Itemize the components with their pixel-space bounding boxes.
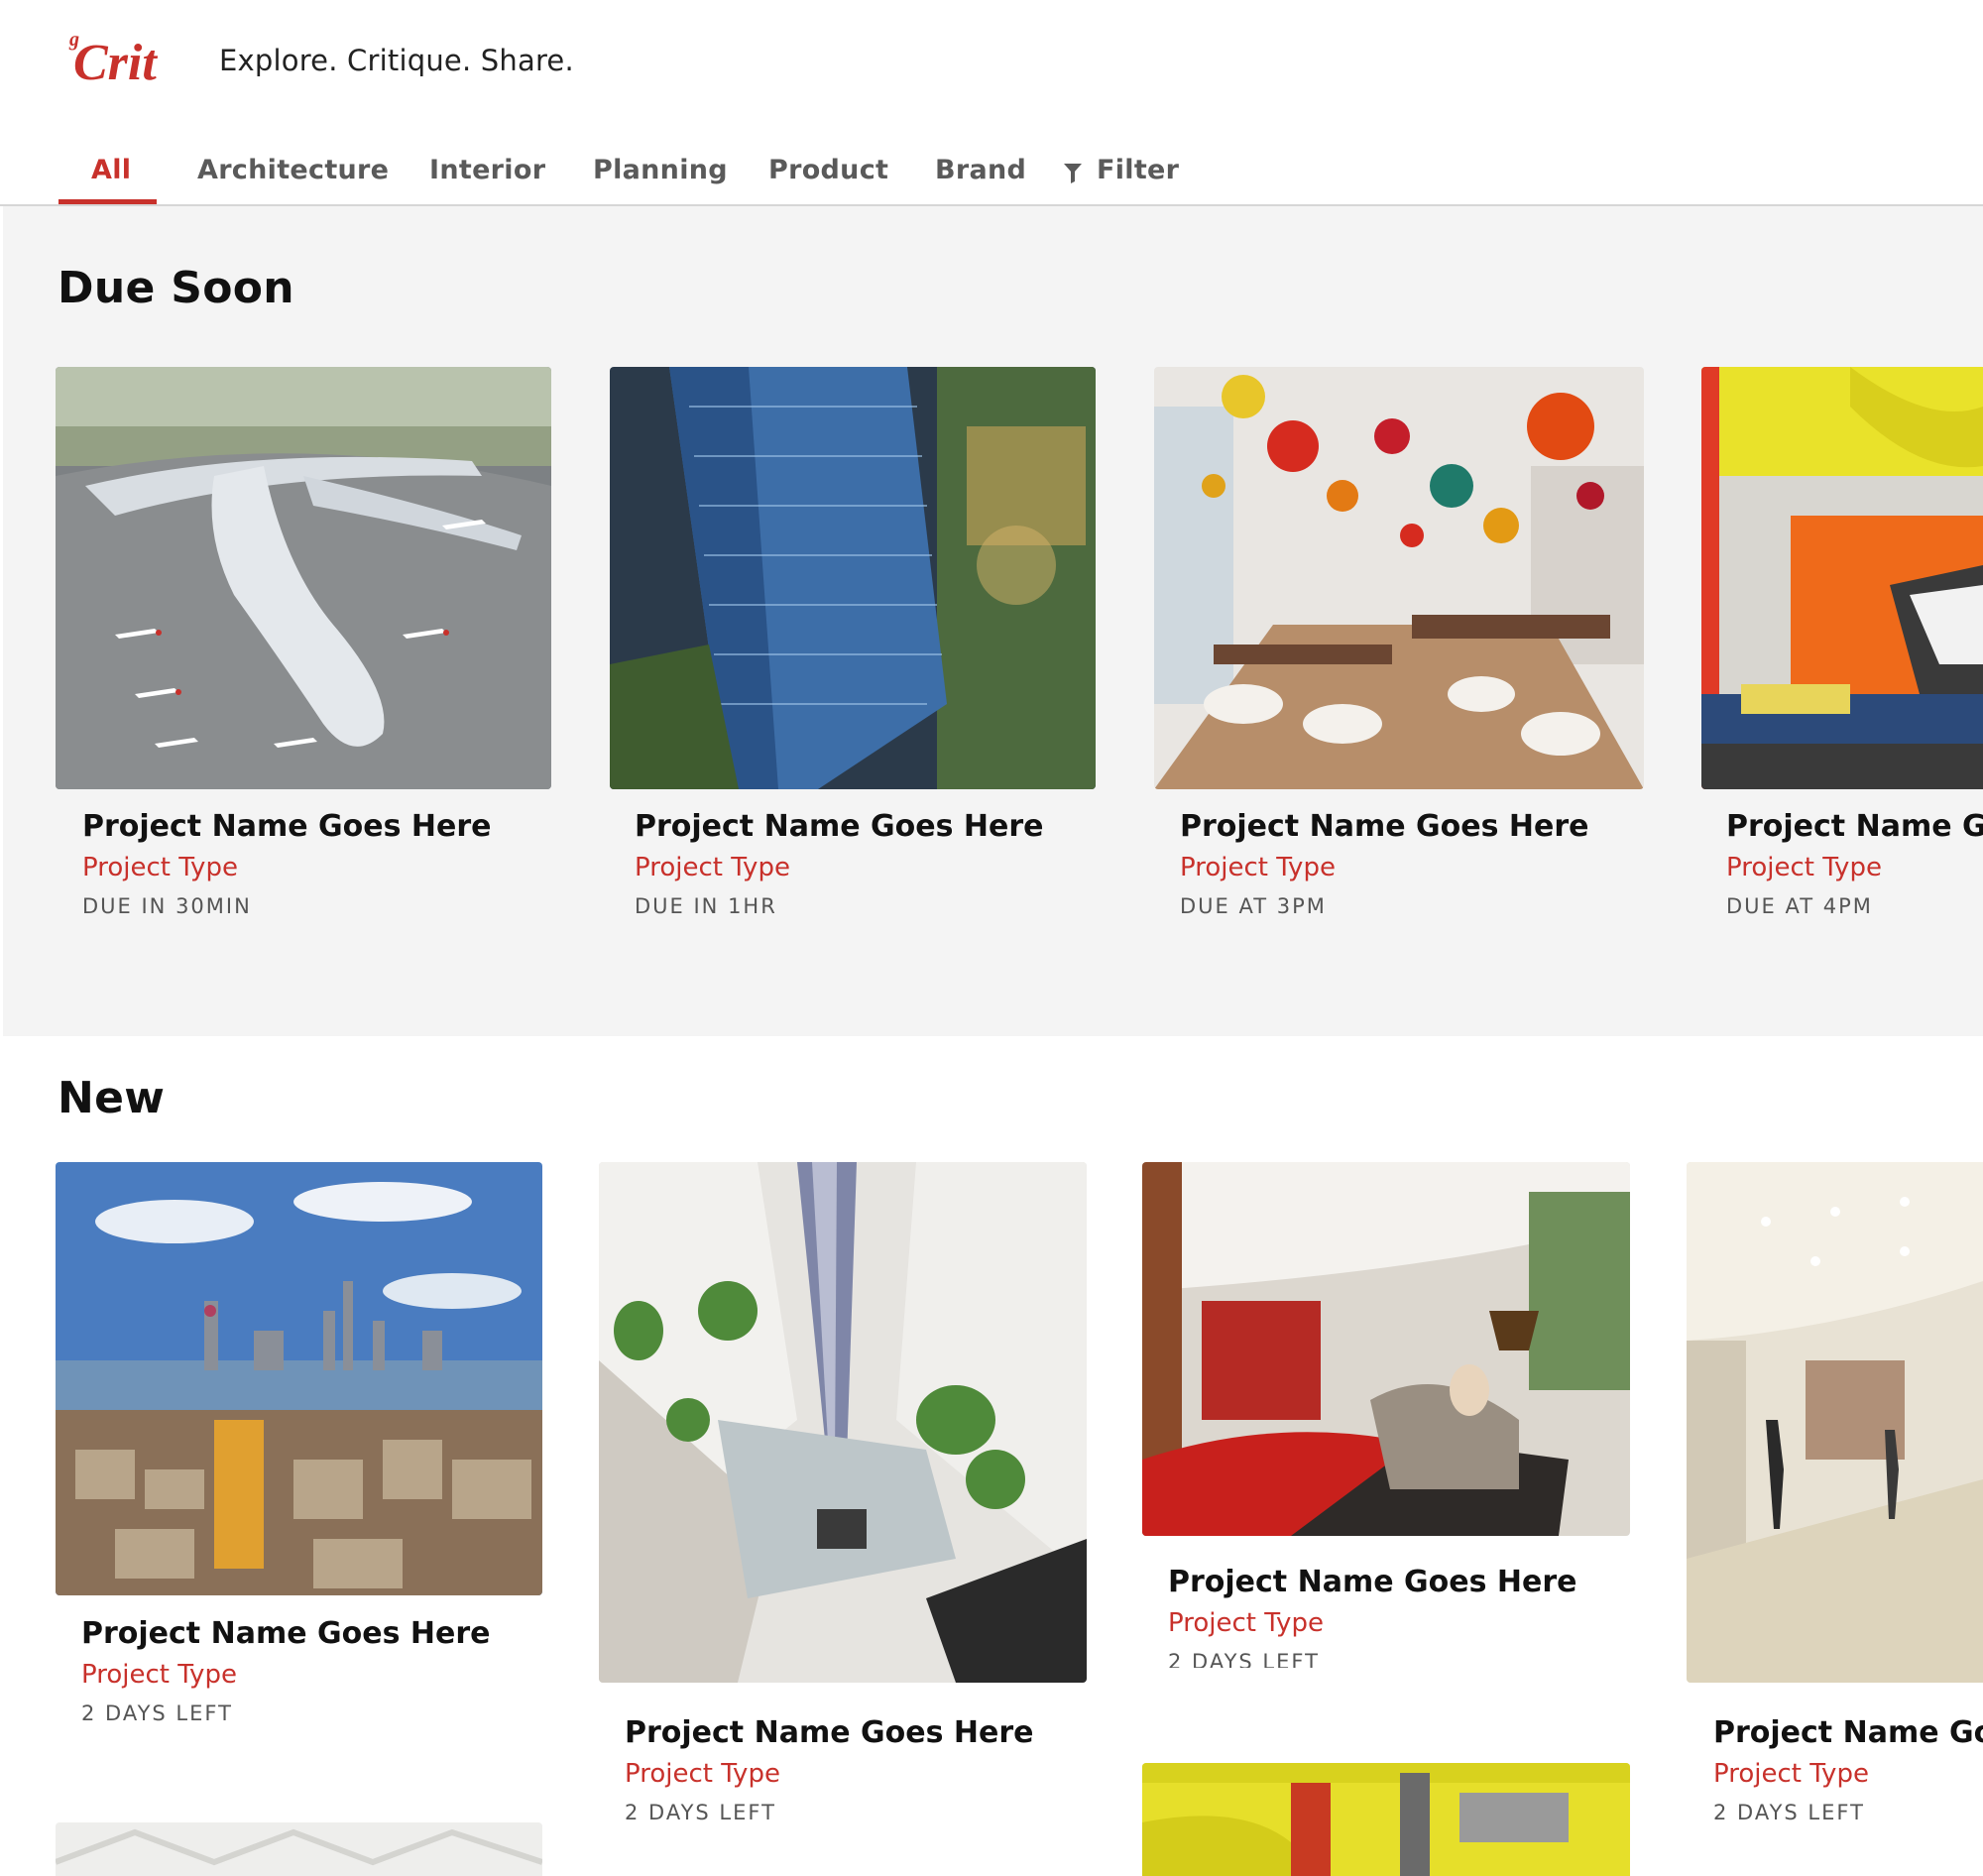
tab-architecture[interactable]: Architecture	[197, 155, 389, 185]
project-name[interactable]: Project Name Goes Here	[1180, 809, 1588, 844]
project-thumbnail[interactable]	[1701, 367, 1983, 789]
due-label: 2 DAYS LEFT	[1168, 1650, 1320, 1668]
due-label: DUE IN 30MIN	[82, 894, 252, 918]
tab-planning[interactable]: Planning	[593, 155, 728, 185]
tab-all[interactable]: All	[91, 155, 131, 185]
project-type: Project Type	[635, 853, 790, 882]
due-label: DUE IN 1HR	[635, 894, 777, 918]
due-label: 2 DAYS LEFT	[81, 1701, 233, 1725]
project-type: Project Type	[1713, 1759, 1869, 1789]
filter-button[interactable]: Filter	[1097, 155, 1179, 185]
project-name[interactable]: Project Name Goes Here	[625, 1715, 1033, 1750]
project-thumbnail[interactable]	[610, 367, 1096, 789]
svg-text:Crit: Crit	[73, 35, 158, 91]
tab-interior[interactable]: Interior	[429, 155, 545, 185]
project-thumbnail[interactable]	[56, 1822, 542, 1876]
project-name[interactable]: Project Name Goes Here	[1168, 1565, 1576, 1599]
category-tabs: All Architecture Interior Planning Produ…	[0, 119, 1983, 206]
project-type: Project Type	[82, 853, 238, 882]
project-thumbnail[interactable]	[1154, 367, 1644, 789]
project-thumbnail[interactable]	[599, 1162, 1087, 1683]
project-name[interactable]: Project Name Goes Here	[635, 809, 1043, 844]
app-header: g Crit Explore. Critique. Share.	[0, 0, 1983, 119]
project-thumbnail[interactable]	[1142, 1162, 1630, 1536]
project-name[interactable]: Project Name Goes Here	[82, 809, 491, 844]
project-type: Project Type	[625, 1759, 780, 1789]
tab-product[interactable]: Product	[768, 155, 888, 185]
crit-logo[interactable]: g Crit	[65, 24, 194, 93]
tab-brand[interactable]: Brand	[935, 155, 1026, 185]
section-title-new: New	[58, 1073, 166, 1123]
project-thumbnail[interactable]	[56, 1162, 542, 1595]
due-label: DUE AT 3PM	[1180, 894, 1327, 918]
project-thumbnail[interactable]	[1687, 1162, 1983, 1683]
project-type: Project Type	[1168, 1608, 1324, 1638]
section-title-due-soon: Due Soon	[58, 263, 294, 313]
project-thumbnail[interactable]	[1142, 1763, 1630, 1876]
funnel-icon[interactable]	[1064, 162, 1082, 183]
project-name[interactable]: Project Name Goes	[1726, 809, 1983, 844]
due-label: 2 DAYS LEFT	[1713, 1801, 1865, 1824]
project-type: Project Type	[1726, 853, 1882, 882]
due-soon-section: Due Soon Project Name Goes Here Project …	[3, 206, 1983, 1036]
project-type: Project Type	[1180, 853, 1336, 882]
project-thumbnail[interactable]	[56, 367, 551, 789]
tagline: Explore. Critique. Share.	[219, 44, 574, 77]
due-label: 2 DAYS LEFT	[625, 1801, 776, 1824]
due-label: DUE AT 4PM	[1726, 894, 1873, 918]
active-tab-indicator	[58, 199, 157, 204]
project-name[interactable]: Project Name Goes Here	[81, 1616, 490, 1651]
project-type: Project Type	[81, 1660, 237, 1690]
project-name[interactable]: Project Name Goes	[1713, 1715, 1983, 1750]
